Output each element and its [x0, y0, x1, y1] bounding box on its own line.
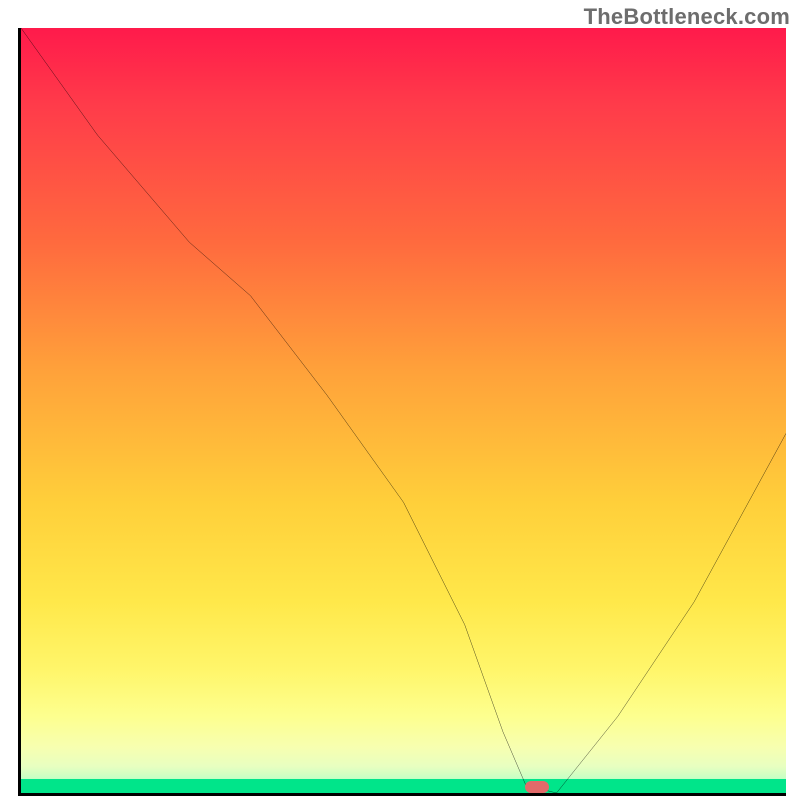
bottleneck-curve [21, 28, 786, 793]
watermark-text: TheBottleneck.com [584, 4, 790, 30]
plot-area [18, 28, 786, 796]
chart-stage: TheBottleneck.com [0, 0, 800, 800]
optimal-point-marker [525, 781, 549, 793]
